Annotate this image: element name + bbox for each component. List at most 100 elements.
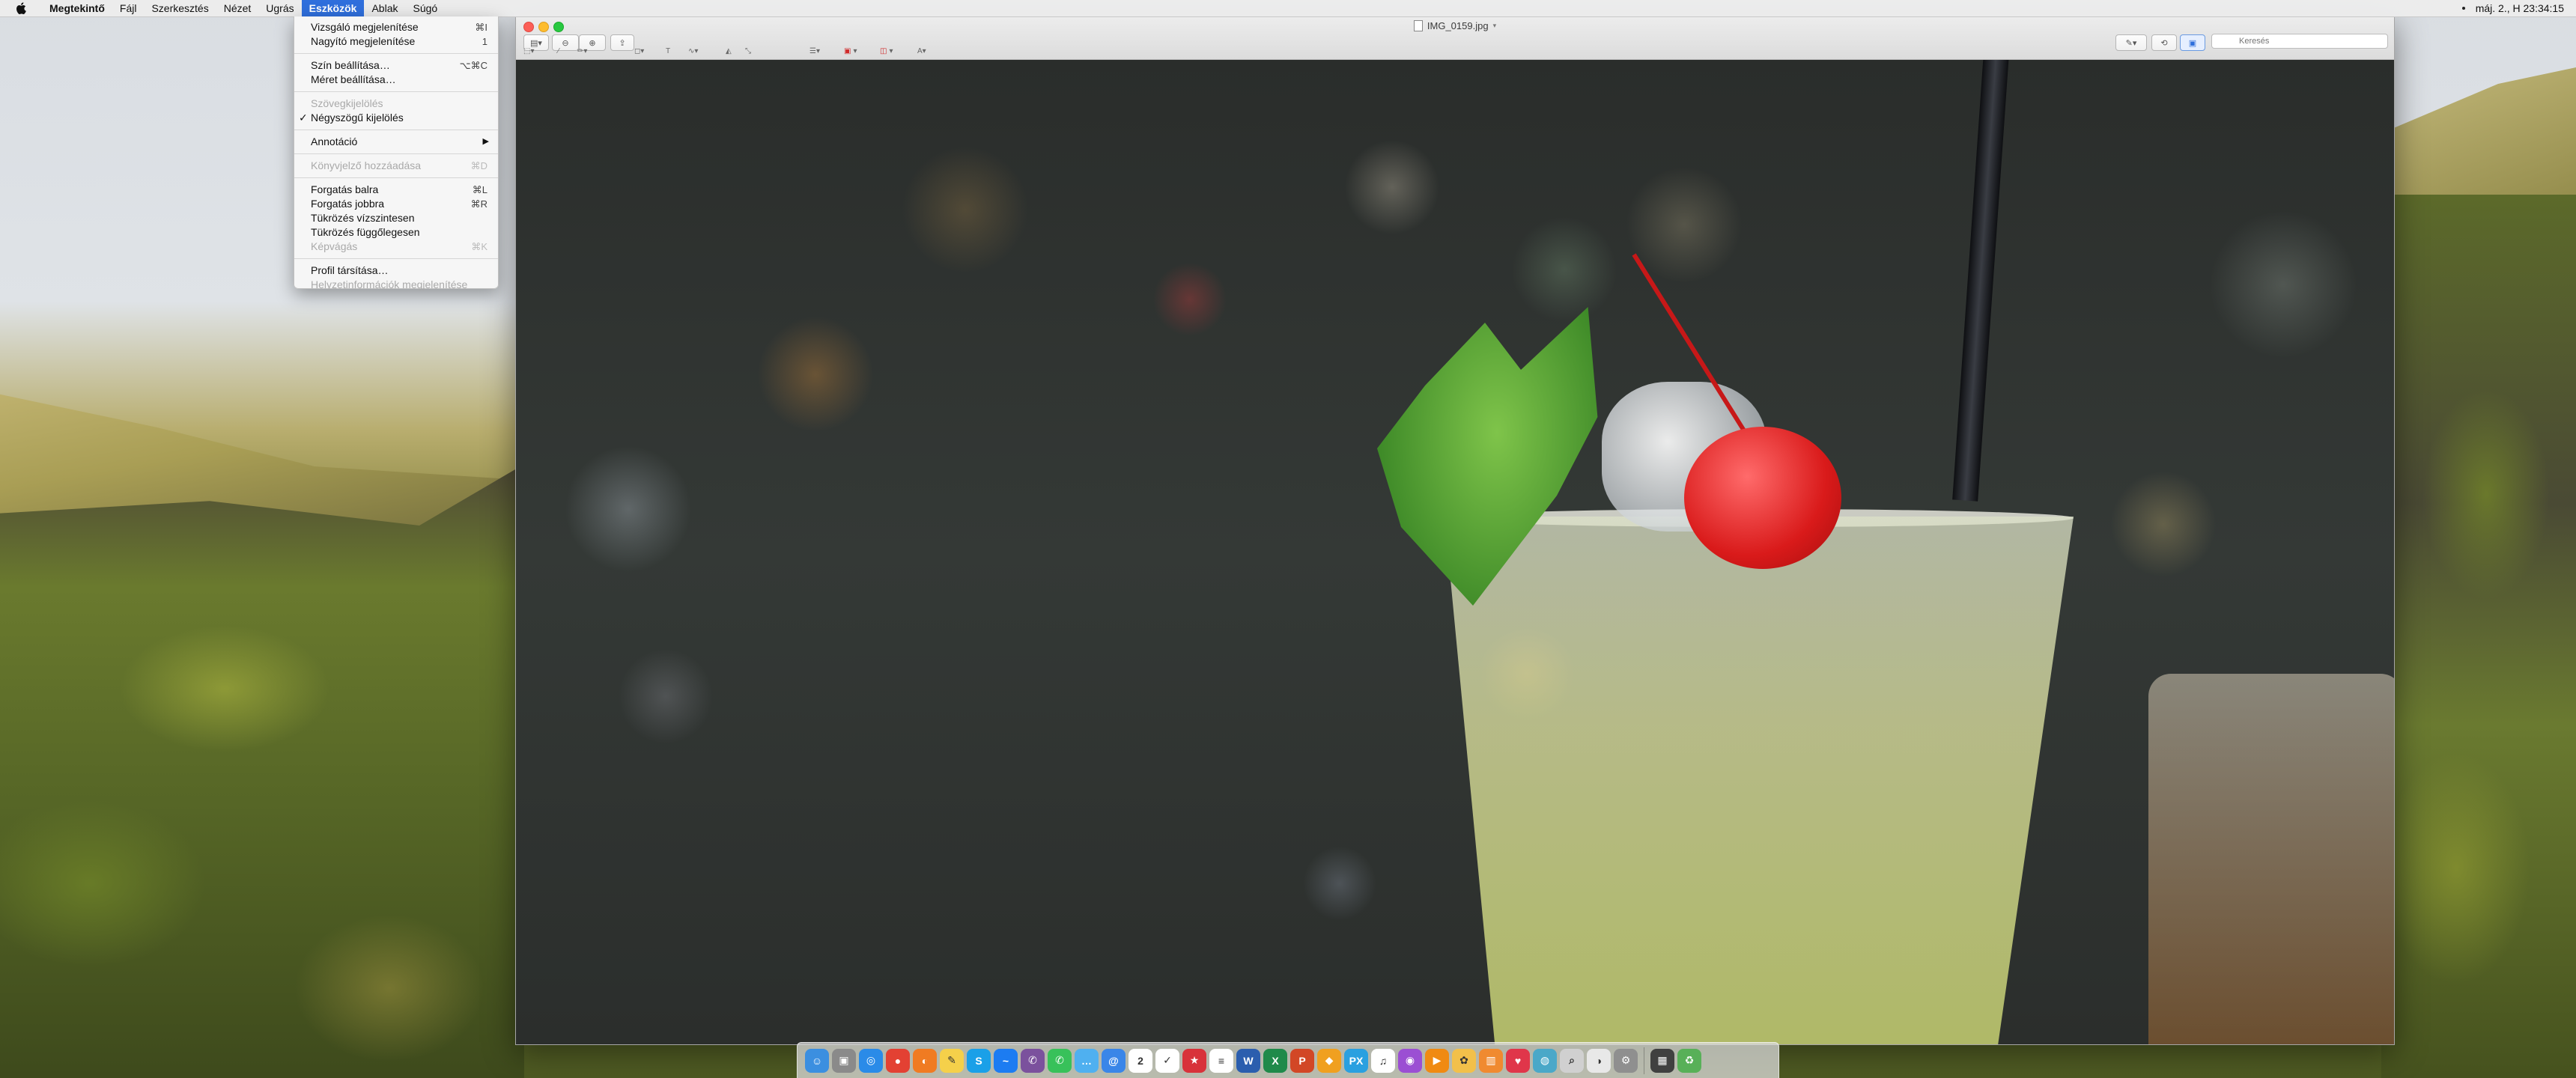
sketch-tool[interactable]: ✏▾ [577, 46, 587, 56]
vlc-icon[interactable]: ▶ [1425, 1048, 1449, 1073]
magnifier-icon[interactable]: ⌕ [1560, 1048, 1584, 1073]
firefox-icon[interactable]: ◐ [913, 1048, 937, 1073]
sketch-icon[interactable]: ◆ [1317, 1048, 1341, 1073]
menu-item-rotate-right[interactable]: Forgatás jobbra ⌘R [294, 197, 498, 211]
menu-item-label: Annotáció [311, 135, 358, 147]
menu-help[interactable]: Súgó [405, 0, 445, 16]
menu-item-flip-vertical[interactable]: Tükrözés függőlegesen [294, 225, 498, 240]
menu-item-show-magnifier[interactable]: Nagyító megjelenítése 1 [294, 34, 498, 49]
textedit-icon[interactable]: ≡ [1209, 1048, 1233, 1073]
adjust-size-tool[interactable]: ⤡ [745, 46, 751, 56]
menu-item-adjust-size[interactable]: Méret beállítása… [294, 73, 498, 87]
instant-alpha-tool[interactable]: ⁄ [558, 46, 559, 56]
wand-icon: ⁄ [558, 46, 559, 55]
sign-tool[interactable]: ∿▾ [688, 46, 698, 56]
powerpoint-icon[interactable]: P [1290, 1048, 1314, 1073]
menu-item-assign-profile[interactable]: Profil társítása… [294, 264, 498, 278]
menu-tools[interactable]: Eszközök [301, 0, 365, 16]
image-canvas[interactable] [516, 60, 2394, 1044]
preview-window: IMG_0159.jpg ▾ ▤▾ ⊖ ⊕ ⇪ ✎▾ ⟲ ▣ ⌕ ⬚▾ ⁄ ✏▾… [515, 16, 2395, 1045]
menu-app-name[interactable]: Megtekintő [42, 0, 112, 16]
menu-item-shortcut: ⌘R [470, 198, 487, 210]
fill-color-icon: ◫ [880, 46, 887, 55]
menu-separator [294, 91, 498, 92]
menu-file[interactable]: Fájl [112, 0, 145, 16]
wallpaper-cliff-right [2381, 195, 2576, 1078]
messages-icon[interactable]: … [1075, 1048, 1099, 1073]
menu-window[interactable]: Ablak [364, 0, 405, 16]
itunes-icon[interactable]: ♫ [1371, 1048, 1395, 1073]
skype-icon[interactable]: S [967, 1048, 991, 1073]
border-color-tool[interactable]: ▣ ▾ [844, 46, 857, 56]
menu-item-label: Helyzetinformációk megjelenítése [311, 278, 468, 290]
border-color-icon: ▣ [844, 46, 851, 55]
text-tool[interactable]: T [666, 46, 670, 56]
notes-icon[interactable]: ✎ [940, 1048, 964, 1073]
dock: ☺ ▣ ◎ ● ◐ ✎ S ~ ✆ ✆… @2 ✓ ★ ≡ W X P ◆ PX ♫ ◉ ▶ ✿ ▥ ♥ ◍ ⌕ ◑ ⚙ ▦ ♻ [797, 1042, 1779, 1078]
menu-item-label: Tükrözés függőlegesen [311, 226, 420, 238]
messenger-icon[interactable]: ~ [994, 1048, 1018, 1073]
mail-icon[interactable]: @ [1102, 1048, 1126, 1073]
disk-icon[interactable]: ▣ [832, 1048, 856, 1073]
wunderlist-icon[interactable]: ★ [1182, 1048, 1206, 1073]
text-style-tool[interactable]: A▾ [917, 46, 926, 56]
menu-item-shortcut: ⌘L [472, 184, 487, 195]
pocket-icon[interactable]: ♥ [1506, 1048, 1530, 1073]
menu-item-label: Nagyító megjelenítése [311, 35, 416, 47]
chevron-down-icon: ▾ [853, 46, 857, 55]
wallpaper-cliff-left [0, 464, 524, 1078]
adjust-color-tool[interactable]: ◭ [726, 46, 732, 56]
activity-icon[interactable]: ◑ [1587, 1048, 1611, 1073]
tools-menu-dropdown: Vizsgáló megjelenítése ⌘I Nagyító megjele… [294, 16, 499, 290]
reminders-icon[interactable]: ✓ [1155, 1048, 1179, 1073]
shape-style-tool[interactable]: ☰▾ [809, 46, 820, 56]
podcasts-icon[interactable]: ◉ [1398, 1048, 1422, 1073]
menu-item-rotate-left[interactable]: Forgatás balra ⌘L [294, 183, 498, 197]
rect-selection-tool[interactable]: ⬚▾ [523, 46, 534, 56]
menu-item-annotation[interactable]: Annotáció ▶ [294, 135, 498, 149]
window-title-text[interactable]: IMG_0159.jpg [1427, 20, 1489, 31]
menu-item-label: Forgatás balra [311, 183, 379, 195]
submenu-arrow-icon: ▶ [482, 137, 489, 146]
settings-icon[interactable]: ⚙ [1614, 1048, 1638, 1073]
menu-item-rectangular-selection[interactable]: ✓ Négyszögű kijelölés [294, 111, 498, 125]
apple-menu-icon[interactable] [13, 1, 28, 16]
word-icon[interactable]: W [1236, 1048, 1260, 1073]
menu-item-shortcut: ⌥⌘C [459, 60, 487, 71]
screenshot-icon[interactable]: ▦ [1650, 1048, 1674, 1073]
menu-bar-clock[interactable]: máj. 2., H 23:34:15 [2476, 2, 2564, 14]
menu-view[interactable]: Nézet [216, 0, 259, 16]
menu-edit[interactable]: Szerkesztés [144, 0, 216, 16]
fill-color-tool[interactable]: ◫ ▾ [880, 46, 893, 56]
chevron-down-icon: ▾ [889, 46, 893, 55]
menu-item-label: Tükrözés vízszintesen [311, 212, 415, 224]
chrome-icon[interactable]: ● [886, 1048, 910, 1073]
calendar-icon[interactable]: 2 [1128, 1048, 1152, 1073]
photo-jar [2148, 674, 2394, 1044]
pencil-icon: ✏▾ [577, 46, 588, 55]
safari-icon[interactable]: ◎ [859, 1048, 883, 1073]
menu-item-label: Vizsgáló megjelenítése [311, 21, 419, 33]
viber-icon[interactable]: ✆ [1021, 1048, 1045, 1073]
chevron-down-icon[interactable]: ▾ [1493, 22, 1497, 30]
excel-icon[interactable]: X [1263, 1048, 1287, 1073]
menu-item-flip-horizontal[interactable]: Tükrözés vízszintesen [294, 211, 498, 225]
books-icon[interactable]: ▥ [1479, 1048, 1503, 1073]
menu-item-show-inspector[interactable]: Vizsgáló megjelenítése ⌘I [294, 20, 498, 34]
status-dot-icon[interactable] [2461, 7, 2465, 10]
photos-icon[interactable]: ✿ [1452, 1048, 1476, 1073]
window-titlebar[interactable]: IMG_0159.jpg ▾ ▤▾ ⊖ ⊕ ⇪ ✎▾ ⟲ ▣ ⌕ ⬚▾ ⁄ ✏▾… [516, 17, 2394, 60]
menu-item-adjust-color[interactable]: Szín beállítása… ⌥⌘C [294, 58, 498, 73]
phone-icon[interactable]: ✆ [1048, 1048, 1072, 1073]
system-icon[interactable]: ◍ [1533, 1048, 1557, 1073]
menu-go[interactable]: Ugrás [258, 0, 301, 16]
menu-item-label: Szövegkijelölés [311, 97, 383, 109]
menu-item-label: Képvágás [311, 240, 358, 252]
trash-icon[interactable]: ♻ [1677, 1048, 1701, 1073]
menu-separator [294, 153, 498, 154]
finder-icon[interactable]: ☺ [805, 1048, 829, 1073]
menu-item-crop: Képvágás ⌘K [294, 240, 498, 254]
pixelmator-icon[interactable]: PX [1344, 1048, 1368, 1073]
resize-icon: ⤡ [745, 46, 751, 55]
shapes-tool[interactable]: ◻▾ [634, 46, 644, 56]
